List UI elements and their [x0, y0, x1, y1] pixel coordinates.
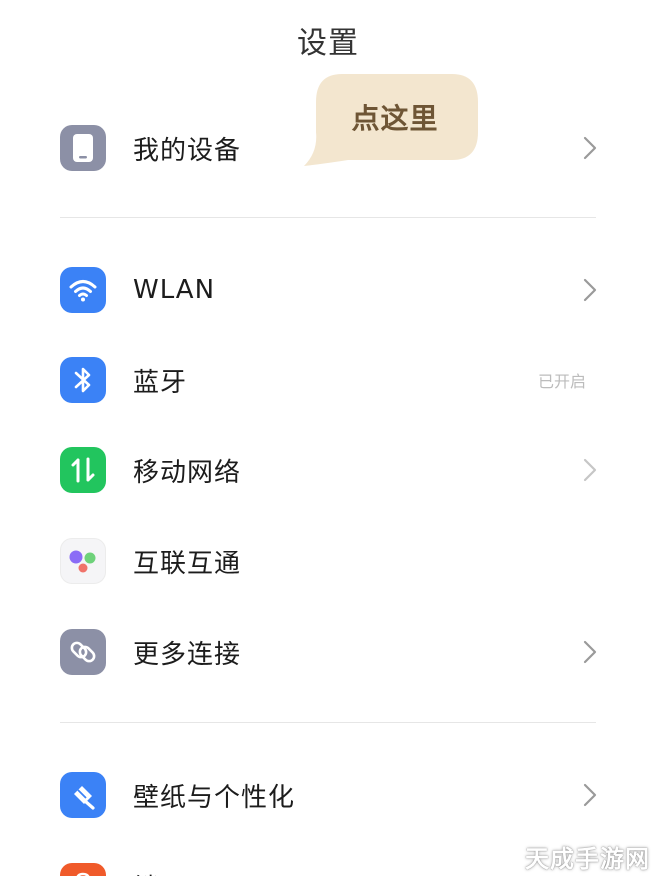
settings-item-lock-screen[interactable]: 锁屏 [60, 856, 600, 876]
bluetooth-status: 已开启 [537, 372, 586, 391]
chevron-right-icon [580, 638, 600, 666]
phone-icon [60, 125, 106, 171]
settings-item-label: 移动网络 [133, 457, 242, 488]
settings-item-bluetooth[interactable]: 蓝牙 已开启 [60, 350, 600, 410]
chevron-right-icon [580, 276, 600, 304]
settings-item-wallpaper[interactable]: 壁纸与个性化 [60, 765, 600, 825]
settings-item-label: 壁纸与个性化 [133, 782, 296, 813]
bluetooth-icon [60, 357, 106, 403]
chevron-right-icon [580, 781, 600, 809]
callout-bubble: 点这里 [302, 72, 480, 168]
settings-item-more-connections[interactable]: 更多连接 [60, 622, 600, 682]
section-divider [60, 217, 596, 218]
chevron-right-icon [580, 134, 600, 162]
settings-item-label: 蓝牙 [133, 367, 188, 398]
settings-item-label: WLAN [133, 275, 216, 305]
section-divider [60, 722, 596, 723]
watermark: 天成手游网 [525, 845, 650, 873]
chevron-right-icon [580, 456, 600, 484]
wallpaper-icon [60, 772, 106, 818]
settings-item-label: 更多连接 [133, 639, 242, 670]
settings-item-wlan[interactable]: WLAN [60, 260, 600, 320]
settings-item-interconnect[interactable]: 互联互通 [60, 531, 600, 591]
callout-text: 点这里 [351, 102, 439, 135]
link-icon [60, 629, 106, 675]
wifi-icon [60, 267, 106, 313]
settings-item-label: 我的设备 [133, 135, 242, 166]
settings-item-label: 锁屏 [133, 868, 187, 876]
settings-screen: 设置 我的设备 点这里 WLAN 蓝牙 已开启 移动网络 互联互通 更多连接 壁… [0, 0, 656, 876]
interconnect-icon [60, 538, 106, 584]
settings-item-mobile-network[interactable]: 移动网络 [60, 440, 600, 500]
lock-screen-icon [60, 863, 106, 876]
settings-item-label: 互联互通 [133, 548, 242, 579]
page-title: 设置 [297, 26, 359, 61]
mobile-data-icon [60, 447, 106, 493]
